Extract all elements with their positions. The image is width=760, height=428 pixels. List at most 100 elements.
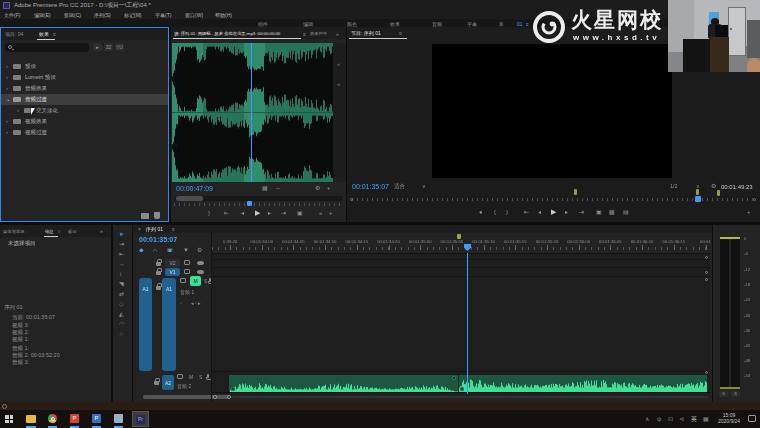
source-export-frame-icon[interactable]: ▣ (297, 210, 303, 217)
program-video-frame[interactable] (432, 44, 672, 178)
track-target-v2[interactable]: V2 (165, 259, 180, 267)
32bit-effects-icon[interactable]: 32 (104, 43, 113, 51)
info-panel-menu-icon[interactable]: ≡ (58, 229, 61, 234)
extract-icon[interactable]: ▩ (609, 209, 615, 216)
add-marker-icon[interactable]: ● (479, 209, 483, 216)
workspace-tab-titles[interactable]: 字幕 (467, 21, 477, 27)
timeline-playhead-line[interactable] (467, 253, 468, 394)
sequence-marker-1[interactable] (574, 189, 577, 195)
zoom-tool-icon[interactable]: ○ (119, 331, 123, 338)
taskbar-app-p-icon[interactable]: P (92, 414, 101, 423)
menu-clip[interactable]: 剪辑(C) (64, 12, 81, 18)
lock-icon[interactable] (156, 262, 161, 266)
menu-title[interactable]: 字幕(T) (155, 12, 171, 18)
chevron-down-icon[interactable]: ⌄ (6, 96, 11, 103)
source-play-icon[interactable]: ▶ (255, 209, 260, 217)
tree-row-presets[interactable]: › 预设 (1, 61, 168, 72)
workspace-tab-assembly[interactable]: 组件 (258, 21, 268, 27)
sync-lock-icon[interactable] (184, 269, 190, 274)
source-zoom-thumb[interactable] (176, 196, 203, 201)
voiceover-icon[interactable] (207, 374, 209, 378)
source-playhead-marker[interactable] (247, 201, 252, 206)
taskbar-explorer-icon[interactable] (26, 415, 36, 423)
chevron-right-icon[interactable]: › (6, 85, 8, 92)
effects-search-input[interactable] (5, 43, 89, 52)
pen-tool-icon[interactable]: ◭ (119, 311, 124, 318)
source-waveform-view[interactable]: L R (172, 43, 333, 182)
play-icon[interactable]: ▶ (551, 208, 556, 216)
track-target-v1[interactable]: V1 (165, 268, 180, 276)
chevron-right-icon[interactable]: › (6, 63, 8, 70)
vscroll-handle[interactable] (705, 256, 708, 259)
chevron-right-icon[interactable]: › (6, 118, 8, 125)
mute-button-a1[interactable]: M (190, 276, 201, 286)
track-select-tool-icon[interactable]: ⇥ (119, 241, 124, 248)
tree-row-crossfade[interactable]: › 交叉淡化 (1, 105, 168, 116)
solo-right-icon[interactable]: ◃ (337, 81, 340, 87)
lock-icon[interactable] (156, 286, 161, 290)
menu-edit[interactable]: 编辑(E) (34, 12, 51, 18)
slide-tool-icon[interactable]: ◇ (119, 301, 124, 308)
track-target-a1[interactable]: A1 (162, 278, 176, 371)
tab-program[interactable]: 节目: 序列 01 (351, 30, 381, 36)
source-settings-icon[interactable]: ⚙ (315, 185, 320, 192)
rate-stretch-tool-icon[interactable]: ↕ (119, 271, 122, 278)
lift-icon[interactable]: ▣ (596, 209, 602, 216)
scrub-circle-right[interactable] (753, 198, 756, 201)
mark-in-icon[interactable]: { (494, 209, 496, 216)
tray-expand-icon[interactable]: ∧ (645, 416, 649, 423)
tab-effects[interactable]: 效果 (39, 31, 49, 37)
action-center-icon[interactable] (748, 415, 756, 422)
delete-icon[interactable] (154, 212, 160, 219)
meter-solo-left[interactable]: S (719, 391, 728, 397)
tree-row-video-effects[interactable]: › 视频效果 (1, 116, 168, 127)
add-button-icon[interactable]: + (747, 209, 751, 216)
selection-tool-icon[interactable]: ► (119, 231, 125, 238)
tab-sequence[interactable]: 序列 01 (146, 226, 163, 232)
source-goto-out-icon[interactable]: ⇥ (281, 210, 286, 217)
source-extra-icon[interactable]: + (327, 185, 331, 192)
export-frame-icon[interactable]: ▤ (623, 209, 629, 216)
vscroll-handle[interactable] (705, 371, 708, 374)
scrub-circle-left[interactable] (350, 198, 353, 201)
tab-source[interactable]: 源: 序列 01: 周砚畅 - 原来 你也在这里.mp3: 00:00:00:0… (174, 31, 302, 36)
goto-in-icon[interactable]: ⇤ (524, 209, 529, 216)
source-timecode[interactable]: 00:00:47:09 (176, 185, 213, 193)
new-bin-icon[interactable] (141, 213, 149, 219)
menu-marker[interactable]: 标记(M) (124, 12, 142, 18)
sync-lock-icon[interactable] (177, 374, 183, 379)
solo-left-icon[interactable]: ◃ (337, 61, 340, 67)
mark-out-icon[interactable]: } (506, 209, 508, 216)
tree-row-audio-effects[interactable]: › 音频效果 (1, 83, 168, 94)
menu-sequence[interactable]: 序列(S) (94, 12, 111, 18)
close-icon[interactable]: × (138, 226, 141, 232)
hscroll-handle[interactable] (213, 395, 217, 399)
tray-volume-icon[interactable]: ⊲ (679, 416, 684, 423)
tab-media-browser[interactable]: 媒体浏览器 (3, 229, 24, 234)
lock-icon[interactable] (156, 271, 161, 275)
start-button[interactable] (5, 415, 13, 423)
timeline-panel-menu-icon[interactable]: ≡ (172, 226, 175, 232)
tree-row-lumetri[interactable]: › Lumetri 预设 (1, 72, 168, 83)
timeline-timecode[interactable]: 00:01:35:07 (139, 236, 177, 244)
menu-window[interactable]: 窗口(W) (185, 12, 203, 18)
taskbar-powerpoint-icon[interactable]: P (70, 414, 79, 423)
program-settings-icon[interactable]: ⚙ (711, 183, 716, 190)
program-timecode[interactable]: 00:01:35:07 (352, 183, 389, 191)
tray-ime-indicator[interactable]: 英 (691, 416, 697, 423)
source-goto-in-icon[interactable]: ⇤ (224, 210, 229, 217)
menu-help[interactable]: 帮助(H) (215, 12, 232, 18)
menu-file[interactable]: 文件(F) (4, 12, 20, 18)
tree-row-video-transitions[interactable]: › 视频过渡 (1, 127, 168, 138)
hand-tool-icon[interactable]: ◠ (119, 321, 124, 328)
sync-lock-icon[interactable] (180, 278, 186, 283)
source-add-button-icon[interactable]: + (329, 210, 333, 217)
track-output-icon[interactable] (197, 270, 204, 274)
tab-effect-controls[interactable]: 效果控件 (310, 31, 334, 36)
razor-tool-icon[interactable]: ◥ (119, 281, 124, 288)
tray-input-icon[interactable]: ▦ (703, 416, 709, 423)
taskbar-chrome-icon[interactable] (48, 414, 57, 423)
workspace-tab-libraries[interactable]: 库 (499, 21, 504, 27)
desktop-icon[interactable] (2, 404, 7, 409)
keyframe-prev-icon[interactable]: ◦ (180, 300, 182, 306)
